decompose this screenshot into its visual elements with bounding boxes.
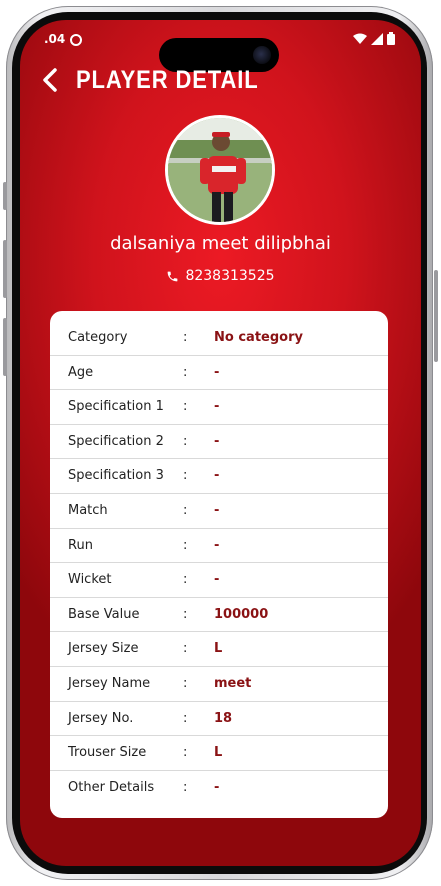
detail-colon: :: [183, 779, 188, 795]
detail-value: No category: [214, 330, 303, 345]
detail-value: -: [214, 503, 220, 518]
details-card: Category : No category Age : - Specifica…: [50, 311, 388, 818]
detail-value: -: [214, 433, 220, 449]
detail-label: Trouser Size: [68, 745, 147, 761]
detail-row-jersey-name: Jersey Name : meet: [50, 667, 388, 702]
detail-label: Specification 2: [68, 433, 164, 449]
detail-row-jersey-size: Jersey Size : L: [50, 632, 388, 667]
battery-icon: [387, 32, 395, 45]
detail-label: Run: [68, 537, 93, 553]
detail-label: Specification 1: [68, 399, 164, 415]
detail-colon: :: [183, 399, 188, 415]
detail-value: meet: [214, 676, 252, 691]
detail-label: Other Details: [68, 779, 155, 795]
detail-row-trouser-size: Trouser Size : L: [50, 736, 388, 771]
detail-value: L: [214, 641, 223, 657]
detail-row-wicket: Wicket : -: [50, 563, 388, 598]
detail-value: -: [214, 779, 220, 795]
detail-colon: :: [183, 433, 188, 449]
player-phone[interactable]: 8238313525: [20, 268, 421, 284]
detail-row-other-details: Other Details : -: [50, 771, 388, 806]
detail-colon: :: [183, 572, 188, 588]
detail-row-run: Run : -: [50, 529, 388, 564]
detail-label: Jersey Name: [68, 676, 151, 691]
detail-label: Jersey No.: [68, 710, 134, 726]
volume-up-button: [3, 240, 7, 298]
detail-value: -: [214, 364, 220, 380]
sync-icon: [70, 34, 82, 46]
status-time: .04: [44, 32, 66, 46]
detail-label: Wicket: [68, 572, 112, 588]
detail-label: Specification 3: [68, 468, 164, 484]
detail-label: Base Value: [68, 606, 140, 622]
detail-label: Match: [68, 503, 108, 518]
back-button[interactable]: [38, 64, 66, 96]
detail-colon: :: [183, 676, 188, 691]
detail-value: 18: [214, 710, 233, 726]
detail-label: Category: [68, 330, 128, 345]
detail-colon: :: [183, 537, 188, 553]
player-avatar: [165, 115, 275, 225]
detail-colon: :: [183, 503, 188, 518]
power-button: [434, 270, 438, 362]
detail-colon: :: [183, 745, 188, 761]
detail-colon: :: [183, 606, 188, 622]
detail-value: -: [214, 572, 220, 588]
detail-colon: :: [183, 364, 188, 380]
page-title: PLAYER DETAIL: [76, 66, 259, 94]
detail-value: 100000: [214, 606, 269, 622]
detail-row-category: Category : No category: [50, 321, 388, 356]
detail-colon: :: [183, 330, 188, 345]
player-name: dalsaniya meet dilipbhai: [110, 233, 331, 254]
app-screen: .04 PLAYER DETAIL dalsaniya meet dilipbh…: [20, 20, 421, 866]
detail-value: -: [214, 399, 220, 415]
detail-label: Age: [68, 364, 94, 380]
phone-icon: [168, 271, 178, 281]
detail-colon: :: [183, 468, 188, 484]
chevron-left-icon: [43, 68, 57, 92]
detail-row-age: Age : -: [50, 356, 388, 391]
player-photo: [168, 118, 272, 222]
detail-row-jersey-no: Jersey No. : 18: [50, 702, 388, 737]
wifi-icon: [353, 33, 367, 44]
phone-number: 8238313525: [185, 268, 275, 284]
detail-row-base-value: Base Value : 100000: [50, 598, 388, 633]
detail-row-specification-1: Specification 1 : -: [50, 390, 388, 425]
detail-row-specification-3: Specification 3 : -: [50, 459, 388, 494]
detail-row-match: Match : -: [50, 494, 388, 529]
header: PLAYER DETAIL: [20, 60, 421, 100]
detail-value: -: [214, 537, 220, 553]
detail-value: -: [214, 468, 220, 484]
status-icons: [353, 32, 395, 45]
signal-icon: [371, 32, 383, 45]
detail-colon: :: [183, 641, 188, 657]
detail-colon: :: [183, 710, 188, 726]
detail-row-specification-2: Specification 2 : -: [50, 425, 388, 460]
detail-value: L: [214, 745, 223, 761]
detail-label: Jersey Size: [68, 641, 139, 657]
action-button: [3, 182, 7, 210]
volume-down-button: [3, 318, 7, 376]
